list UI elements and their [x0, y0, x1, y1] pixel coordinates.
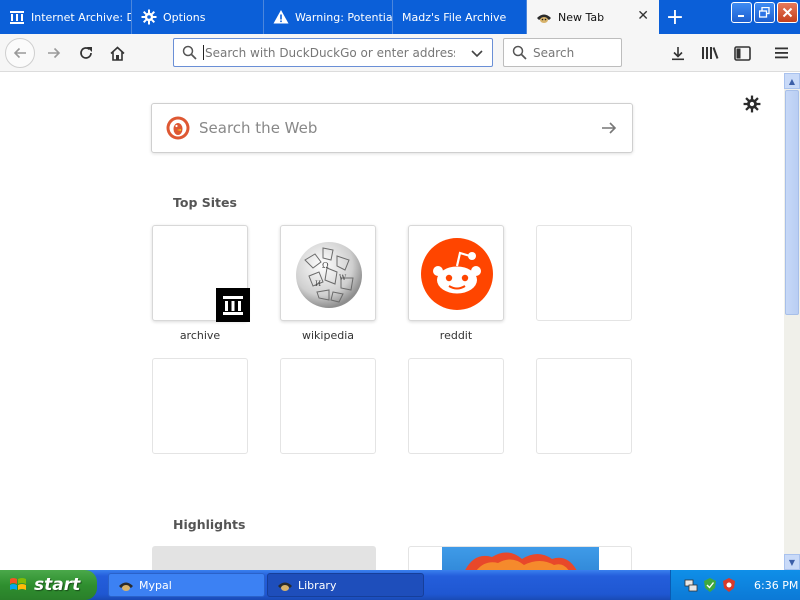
url-bar[interactable]	[173, 38, 493, 67]
close-icon	[782, 7, 793, 18]
library-icon	[702, 47, 719, 59]
top-site-tile-reddit[interactable]	[408, 225, 504, 321]
tab-new-tab[interactable]: New Tab ✕	[527, 0, 659, 34]
taskbar: start Mypal Library 6:36 PM	[0, 570, 800, 600]
pirate-icon	[536, 9, 552, 25]
back-button[interactable]	[5, 38, 35, 68]
close-tab-icon[interactable]: ✕	[637, 8, 649, 24]
tab-internet-archive[interactable]: Internet Archive: D	[0, 0, 132, 34]
svg-text:И: И	[315, 280, 321, 288]
archive-icon	[9, 9, 25, 25]
top-site-tile-empty[interactable]	[152, 358, 248, 454]
start-label: start	[34, 575, 81, 595]
top-site-tile-empty[interactable]	[536, 225, 632, 321]
pirate-icon	[278, 582, 292, 591]
top-site-label: reddit	[439, 329, 473, 342]
tab-label: Warning: Potential	[295, 10, 392, 24]
svg-text:W: W	[339, 274, 347, 282]
scroll-down-icon[interactable]: ▼	[784, 554, 800, 570]
top-sites-heading: Top Sites	[173, 195, 237, 210]
taskbar-item-mypal[interactable]: Mypal	[108, 573, 265, 597]
text-cursor	[203, 45, 204, 60]
duckduckgo-icon	[166, 116, 190, 140]
hamburger-menu-icon	[774, 47, 788, 59]
highlights-heading: Highlights	[173, 517, 246, 532]
highlight-thumbnail	[442, 547, 599, 570]
navigation-toolbar	[0, 34, 800, 72]
tab-madz-file-archive[interactable]: Madz's File Archive	[393, 0, 527, 34]
download-icon	[672, 47, 684, 61]
search-bar[interactable]	[503, 38, 622, 67]
top-site-tile-empty[interactable]	[280, 358, 376, 454]
minimize-button[interactable]	[731, 2, 752, 23]
arrow-right-icon[interactable]	[600, 119, 618, 141]
highlight-card[interactable]	[408, 546, 632, 570]
vertical-scrollbar[interactable]: ▲ ▼	[784, 73, 800, 570]
start-button[interactable]: start	[0, 570, 97, 600]
forward-button[interactable]	[40, 39, 68, 67]
scroll-up-icon[interactable]: ▲	[784, 73, 800, 89]
reddit-icon	[420, 237, 494, 311]
archive-icon	[216, 288, 250, 322]
security-shield-icon[interactable]	[702, 577, 718, 593]
taskbar-item-library[interactable]: Library	[267, 573, 424, 597]
tab-strip: Internet Archive: D Options Warning: Pot…	[0, 0, 800, 34]
close-window-button[interactable]	[777, 2, 798, 23]
system-tray: 6:36 PM	[670, 570, 800, 600]
restore-button[interactable]	[754, 2, 775, 23]
web-search-box[interactable]	[151, 103, 633, 153]
new-tab-button[interactable]: +	[659, 2, 691, 32]
tab-label: New Tab	[558, 10, 605, 24]
gear-icon	[141, 9, 157, 25]
taskbar-item-label: Library	[298, 578, 337, 592]
back-arrow-icon	[13, 47, 26, 59]
tab-label: Madz's File Archive	[402, 10, 507, 24]
home-button[interactable]	[103, 39, 131, 67]
tab-label: Options	[163, 10, 206, 24]
forward-arrow-icon	[48, 47, 61, 59]
downloads-button[interactable]	[664, 39, 692, 67]
clock[interactable]: 6:36 PM	[754, 579, 798, 592]
web-search-input[interactable]	[199, 119, 579, 137]
top-site-tile-archive[interactable]	[152, 225, 250, 322]
top-site-tile-wikipedia[interactable]: Ω W И	[280, 225, 376, 321]
settings-gear-icon[interactable]	[743, 95, 763, 115]
highlight-card[interactable]	[152, 546, 376, 570]
network-icon[interactable]	[683, 577, 699, 593]
top-site-tile-empty[interactable]	[536, 358, 632, 454]
url-input[interactable]	[205, 45, 455, 60]
chevron-down-icon[interactable]	[470, 45, 484, 64]
scrollbar-thumb[interactable]	[785, 90, 799, 315]
restore-icon	[759, 7, 770, 18]
windows-flag-icon	[10, 578, 26, 590]
minimize-icon	[737, 14, 744, 17]
tab-warning[interactable]: Warning: Potential	[264, 0, 393, 34]
top-site-tile-empty[interactable]	[408, 358, 504, 454]
top-site-label: archive	[179, 329, 221, 342]
reload-icon	[80, 47, 92, 59]
new-tab-page: Top Sites archive Ω W И wikipedia	[0, 73, 784, 570]
pirate-icon	[119, 582, 133, 591]
menu-button[interactable]	[767, 39, 795, 67]
warning-icon	[273, 9, 289, 25]
sidebar-icon	[733, 45, 751, 61]
svg-text:Ω: Ω	[322, 261, 329, 270]
search-icon	[512, 45, 527, 60]
tab-label: Internet Archive: D	[31, 10, 131, 24]
top-site-label: wikipedia	[301, 329, 354, 342]
antivirus-icon[interactable]	[721, 577, 737, 593]
wikipedia-icon: Ω W И	[293, 238, 365, 310]
home-icon	[109, 45, 125, 61]
sidebar-button[interactable]	[728, 39, 756, 67]
search-input[interactable]	[533, 45, 613, 60]
reload-button[interactable]	[72, 39, 100, 67]
taskbar-item-label: Mypal	[139, 578, 172, 592]
search-icon	[182, 45, 197, 60]
library-button[interactable]	[696, 39, 724, 67]
tab-options[interactable]: Options	[132, 0, 264, 34]
